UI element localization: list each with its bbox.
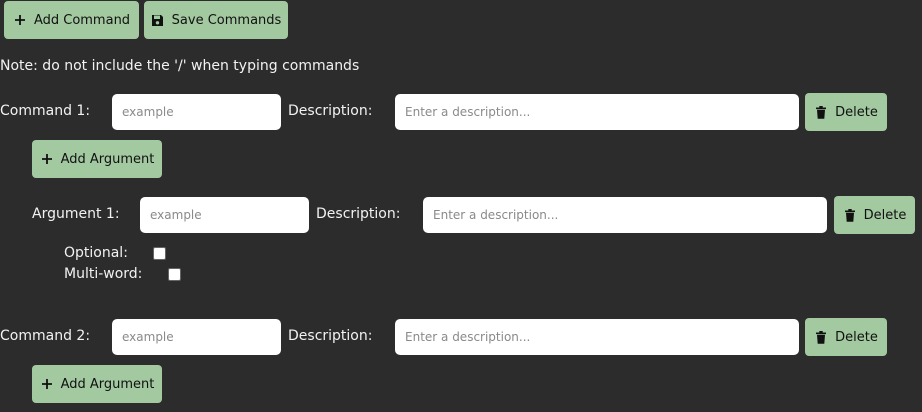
command-1-name-input[interactable] <box>112 94 281 130</box>
command-2-description-input[interactable] <box>395 319 799 355</box>
command-1-label: Command 1: <box>0 103 91 119</box>
command-1-delete-label: Delete <box>835 104 878 120</box>
plus-icon <box>40 377 54 391</box>
trash-icon <box>814 105 828 119</box>
command-1-add-argument-label: Add Argument <box>60 151 155 167</box>
command-2-add-argument-button[interactable]: Add Argument <box>32 365 162 403</box>
command-1-description-label: Description: <box>288 103 373 119</box>
argument-1-multiword-checkbox[interactable] <box>168 268 181 281</box>
argument-1-description-label: Description: <box>316 206 401 222</box>
command-1-delete-button[interactable]: Delete <box>805 93 887 131</box>
command-2-description-label: Description: <box>288 328 373 344</box>
add-command-label: Add Command <box>33 12 131 28</box>
argument-1-optional-label: Optional: <box>64 245 128 261</box>
command-2-label: Command 2: <box>0 328 91 344</box>
save-commands-label: Save Commands <box>171 12 282 28</box>
argument-1-multiword-label: Multi-word: <box>64 266 143 282</box>
command-1-description-input[interactable] <box>395 94 799 130</box>
argument-1-delete-label: Delete <box>863 207 907 223</box>
argument-1-label: Argument 1: <box>32 206 120 222</box>
argument-1-description-input[interactable] <box>423 197 827 233</box>
note-text: Note: do not include the '/' when typing… <box>0 58 360 74</box>
command-2-delete-label: Delete <box>835 329 878 345</box>
command-2-name-input[interactable] <box>112 319 281 355</box>
command-2-delete-button[interactable]: Delete <box>805 318 887 356</box>
command-1-add-argument-button[interactable]: Add Argument <box>32 140 162 178</box>
trash-icon <box>814 330 828 344</box>
add-command-button[interactable]: Add Command <box>4 1 139 39</box>
save-commands-button[interactable]: Save Commands <box>144 1 288 39</box>
trash-icon <box>843 208 857 222</box>
plus-icon <box>13 13 27 27</box>
floppy-disk-icon <box>151 13 165 27</box>
argument-1-name-input[interactable] <box>140 197 309 233</box>
plus-icon <box>40 152 54 166</box>
command-2-add-argument-label: Add Argument <box>60 376 155 392</box>
argument-1-optional-checkbox[interactable] <box>153 247 166 260</box>
argument-1-delete-button[interactable]: Delete <box>834 196 915 234</box>
